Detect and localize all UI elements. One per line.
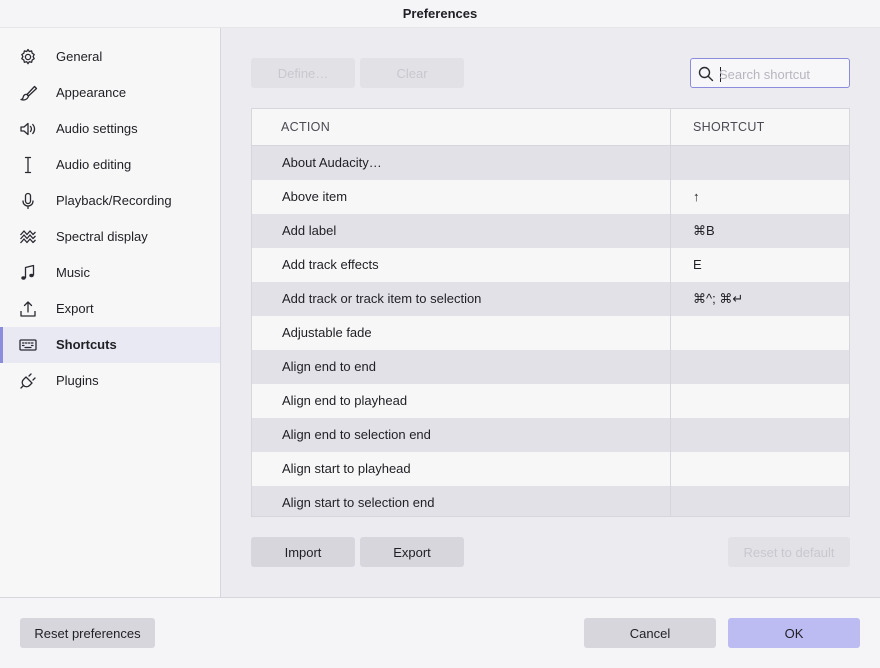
reset-to-default-button[interactable]: Reset to default xyxy=(728,537,850,567)
action-cell: Align start to playhead xyxy=(282,461,411,476)
column-header-action[interactable]: ACTION xyxy=(281,120,330,134)
sidebar-item-audio-settings[interactable]: Audio settings xyxy=(0,111,220,147)
action-cell: Align end to end xyxy=(282,359,376,374)
table-row[interactable]: Align start to selection end xyxy=(252,486,849,516)
gear-icon xyxy=(21,48,35,65)
shortcut-cell: ↑ xyxy=(693,189,700,204)
sidebar-item-plugins[interactable]: Plugins xyxy=(0,363,220,399)
shortcuts-table: ACTION SHORTCUT About Audacity… Above it… xyxy=(251,108,850,517)
sidebar: General Appearance Audio settings Audio … xyxy=(0,28,221,597)
action-cell: Align start to selection end xyxy=(282,495,435,510)
shortcut-cell: ⌘^; ⌘↵ xyxy=(693,291,744,306)
sidebar-item-shortcuts[interactable]: Shortcuts xyxy=(0,327,220,363)
sidebar-item-audio-editing[interactable]: Audio editing xyxy=(0,147,220,183)
sidebar-item-label: Shortcuts xyxy=(56,337,117,352)
sidebar-item-export[interactable]: Export xyxy=(0,291,220,327)
column-divider xyxy=(670,109,671,516)
table-row[interactable]: Align end to playhead xyxy=(252,384,849,418)
table-row[interactable]: Add label ⌘B xyxy=(252,214,849,248)
table-row[interactable]: Align start to playhead xyxy=(252,452,849,486)
action-cell: Add label xyxy=(282,223,337,238)
ok-button[interactable]: OK xyxy=(728,618,860,648)
sidebar-item-label: Audio editing xyxy=(56,157,132,172)
paintbrush-icon xyxy=(20,85,38,101)
sidebar-item-general[interactable]: General xyxy=(0,39,220,75)
sidebar-item-music[interactable]: Music xyxy=(0,255,220,291)
text-cursor-icon xyxy=(24,156,32,174)
dialog-footer: Reset preferences Cancel OK xyxy=(0,597,880,668)
speaker-icon xyxy=(20,122,36,136)
export-button[interactable]: Export xyxy=(360,537,464,567)
table-header: ACTION SHORTCUT xyxy=(252,109,849,146)
table-row[interactable]: About Audacity… xyxy=(252,146,849,180)
sidebar-item-appearance[interactable]: Appearance xyxy=(0,75,220,111)
plug-icon xyxy=(20,373,36,389)
table-row[interactable]: Add track effects E xyxy=(252,248,849,282)
search-input[interactable] xyxy=(719,63,845,85)
sidebar-item-label: Plugins xyxy=(56,373,99,388)
table-row[interactable]: Adjustable fade xyxy=(252,316,849,350)
action-cell: Adjustable fade xyxy=(282,325,372,340)
window-title: Preferences xyxy=(402,6,478,21)
action-cell: About Audacity… xyxy=(282,155,382,170)
column-header-shortcut[interactable]: SHORTCUT xyxy=(693,120,765,134)
table-row[interactable]: Add track or track item to selection ⌘^;… xyxy=(252,282,849,316)
keyboard-icon xyxy=(19,339,37,351)
sidebar-item-label: General xyxy=(56,49,103,64)
action-cell: Add track effects xyxy=(282,257,379,272)
sidebar-item-label: Music xyxy=(56,265,90,280)
import-button[interactable]: Import xyxy=(251,537,355,567)
search-field[interactable] xyxy=(690,58,850,88)
table-row[interactable]: Align end to end xyxy=(252,350,849,384)
sidebar-item-label: Playback/Recording xyxy=(56,193,172,208)
table-row[interactable]: Above item ↑ xyxy=(252,180,849,214)
cancel-button[interactable]: Cancel xyxy=(584,618,716,648)
export-icon xyxy=(20,301,36,317)
action-cell: Align end to selection end xyxy=(282,427,431,442)
clear-button[interactable]: Clear xyxy=(360,58,464,88)
table-row[interactable]: Align end to selection end xyxy=(252,418,849,452)
search-icon xyxy=(698,66,714,82)
sidebar-item-label: Export xyxy=(56,301,94,316)
action-cell: Add track or track item to selection xyxy=(282,291,482,306)
microphone-icon xyxy=(22,192,34,210)
shortcuts-panel: Define… Clear ACTION SHORTCUT About Auda… xyxy=(221,28,880,597)
sidebar-item-label: Spectral display xyxy=(56,229,148,244)
title-bar: Preferences xyxy=(0,0,880,28)
sidebar-item-playback-recording[interactable]: Playback/Recording xyxy=(0,183,220,219)
define-button[interactable]: Define… xyxy=(251,58,355,88)
shortcut-cell: E xyxy=(693,257,702,272)
action-cell: Above item xyxy=(282,189,348,204)
shortcut-cell: ⌘B xyxy=(693,223,715,238)
action-cell: Align end to playhead xyxy=(282,393,408,408)
reset-preferences-button[interactable]: Reset preferences xyxy=(20,618,155,648)
sidebar-item-spectral-display[interactable]: Spectral display xyxy=(0,219,220,255)
preferences-window: Preferences General Appearance Audio set… xyxy=(0,0,880,668)
sidebar-item-label: Audio settings xyxy=(56,121,138,136)
music-note-icon xyxy=(21,264,35,280)
spectral-waves-icon xyxy=(20,230,36,244)
sidebar-item-label: Appearance xyxy=(56,85,127,100)
